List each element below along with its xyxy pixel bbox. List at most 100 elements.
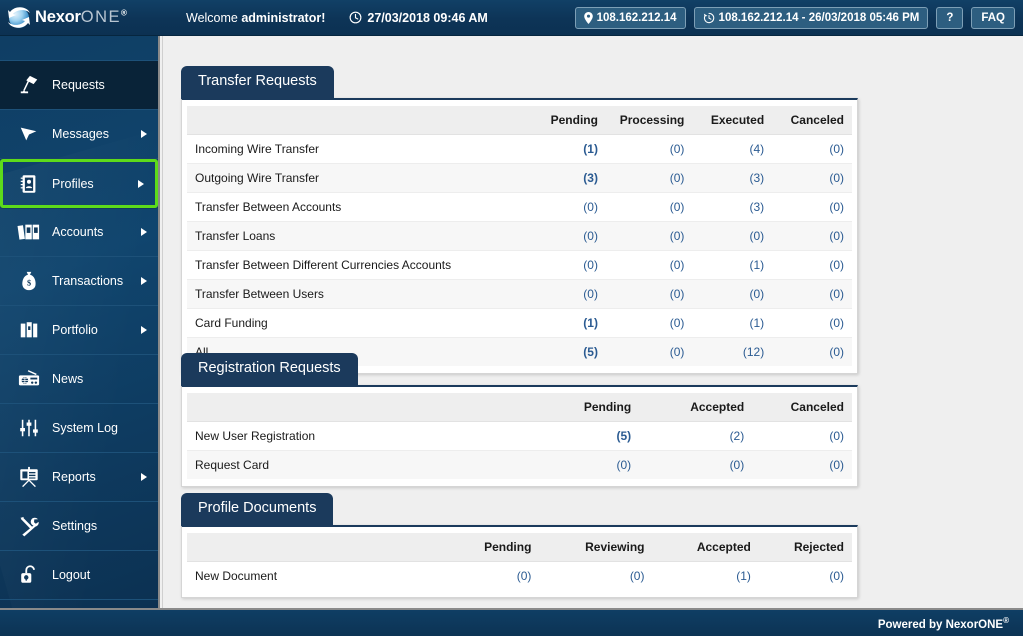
count-link[interactable]: (0) bbox=[583, 258, 598, 272]
brand-name-secondary: ONE bbox=[80, 8, 122, 27]
count-link[interactable]: (5) bbox=[617, 429, 632, 443]
panel-title-transfer-requests: Transfer Requests bbox=[181, 66, 334, 100]
sidebar-item-label: Profiles bbox=[52, 176, 94, 191]
current-ip-badge[interactable]: 108.162.212.14 bbox=[574, 6, 686, 30]
sidebar-item-settings[interactable]: Settings bbox=[0, 502, 158, 551]
brand-name-primary: Nexor bbox=[35, 8, 81, 27]
row-cell: (1) bbox=[692, 250, 773, 281]
count-link[interactable]: (0) bbox=[829, 142, 844, 156]
sidebar-item-news[interactable]: News bbox=[0, 355, 158, 404]
nexorone-orb-icon bbox=[6, 5, 32, 31]
help-button[interactable]: ? bbox=[936, 6, 964, 30]
row-label: New Document bbox=[195, 569, 278, 584]
row-cell: (1) bbox=[519, 308, 606, 339]
sidebar-item-requests[interactable]: Requests bbox=[0, 61, 158, 110]
count-link[interactable]: (0) bbox=[829, 458, 844, 472]
count-link[interactable]: (0) bbox=[829, 258, 844, 272]
count-link[interactable]: (3) bbox=[583, 171, 598, 185]
count-link[interactable]: (0) bbox=[583, 229, 598, 243]
brand-logo[interactable]: NexorONE® bbox=[0, 0, 165, 36]
count-link[interactable]: (0) bbox=[750, 287, 765, 301]
count-link[interactable]: (3) bbox=[750, 200, 765, 214]
row-label: Transfer Between Users bbox=[187, 279, 520, 310]
row-cell: (0) bbox=[772, 279, 852, 310]
count-link[interactable]: (1) bbox=[750, 316, 765, 330]
count-link[interactable]: (0) bbox=[670, 142, 685, 156]
count-link[interactable]: (1) bbox=[583, 316, 598, 330]
table-row: Request Card (0) (0) (0) bbox=[187, 450, 852, 480]
sidebar-item-portfolio[interactable]: Portfolio bbox=[0, 306, 158, 355]
welcome-prefix: Welcome bbox=[186, 10, 242, 25]
count-link[interactable]: (0) bbox=[829, 171, 844, 185]
count-link[interactable]: (0) bbox=[670, 258, 685, 272]
row-label: Transfer Loans bbox=[187, 221, 520, 252]
row-cell: (0) bbox=[692, 279, 773, 310]
count-link[interactable]: (0) bbox=[829, 316, 844, 330]
row-cell: (0) bbox=[605, 192, 693, 223]
count-link[interactable]: (1) bbox=[736, 569, 751, 583]
count-link[interactable]: (0) bbox=[583, 200, 598, 214]
table-row: Outgoing Wire Transfer (3) (0) (3) (0) bbox=[187, 163, 852, 194]
page-footer: Powered by NexorONE® bbox=[0, 608, 1023, 636]
count-link[interactable]: (0) bbox=[670, 200, 685, 214]
faq-label: FAQ bbox=[981, 11, 1005, 24]
count-link[interactable]: (0) bbox=[630, 569, 645, 583]
main-navigation-sidebar: Requests Messages Profiles Accounts $ Tr… bbox=[0, 36, 160, 608]
count-link[interactable]: (0) bbox=[670, 287, 685, 301]
chevron-right-icon bbox=[141, 277, 147, 285]
count-link[interactable]: (0) bbox=[730, 458, 745, 472]
count-link[interactable]: (0) bbox=[670, 171, 685, 185]
count-link[interactable]: (0) bbox=[829, 429, 844, 443]
count-link[interactable]: (3) bbox=[750, 171, 765, 185]
sidebar-item-system-log[interactable]: System Log bbox=[0, 404, 158, 453]
count-link[interactable]: (4) bbox=[750, 142, 765, 156]
row-label: Incoming Wire Transfer bbox=[187, 134, 520, 165]
count-link[interactable]: (1) bbox=[583, 142, 598, 156]
row-cell: (0) bbox=[772, 192, 852, 223]
row-cell: (0) bbox=[605, 221, 693, 252]
count-link[interactable]: (0) bbox=[750, 229, 765, 243]
sidebar-item-label: Requests bbox=[52, 78, 105, 92]
count-link[interactable]: (0) bbox=[829, 229, 844, 243]
chevron-right-icon bbox=[141, 326, 147, 334]
sidebar-item-profiles[interactable]: Profiles bbox=[0, 159, 158, 208]
last-login-badge[interactable]: 108.162.212.14 - 26/03/2018 05:46 PM bbox=[693, 6, 929, 30]
count-link[interactable]: (0) bbox=[583, 287, 598, 301]
row-cell: (0) bbox=[519, 221, 606, 252]
column-header: Executed bbox=[692, 106, 773, 136]
column-header: Pending bbox=[519, 106, 606, 136]
sidebar-item-transactions[interactable]: $ Transactions bbox=[0, 257, 158, 306]
row-cell: (0) bbox=[519, 250, 606, 281]
count-link[interactable]: (1) bbox=[750, 258, 765, 272]
profile-documents-table: Pending Reviewing Accepted Rejected New … bbox=[187, 533, 852, 590]
table-row: Transfer Between Different Currencies Ac… bbox=[187, 250, 852, 281]
sidebar-item-reports[interactable]: Reports bbox=[0, 453, 158, 502]
presentation-icon bbox=[12, 466, 46, 488]
count-link[interactable]: (0) bbox=[829, 200, 844, 214]
count-link[interactable]: (0) bbox=[670, 229, 685, 243]
faq-button[interactable]: FAQ bbox=[971, 6, 1015, 30]
count-link[interactable]: (0) bbox=[829, 287, 844, 301]
table-row: Transfer Loans (0) (0) (0) (0) bbox=[187, 221, 852, 252]
chevron-right-icon bbox=[141, 228, 147, 236]
count-link[interactable]: (0) bbox=[617, 458, 632, 472]
count-link[interactable]: (0) bbox=[829, 569, 844, 583]
count-link[interactable]: (2) bbox=[730, 429, 745, 443]
powered-by-text: Powered by NexorONE bbox=[877, 618, 1004, 631]
row-label: New User Registration bbox=[187, 421, 520, 452]
panel-title-profile-documents: Profile Documents bbox=[181, 493, 334, 527]
sidebar-item-logout[interactable]: Logout bbox=[0, 551, 158, 600]
count-link[interactable]: (0) bbox=[517, 569, 532, 583]
transfer-requests-table: Pending Processing Executed Canceled Inc… bbox=[187, 106, 852, 367]
desk-lamp-icon bbox=[12, 74, 46, 96]
sidebar-item-label: Settings bbox=[52, 519, 98, 533]
sidebar-item-accounts[interactable]: Accounts bbox=[0, 208, 158, 257]
money-bag-icon: $ bbox=[12, 270, 46, 292]
briefcase-icon bbox=[12, 319, 46, 341]
column-header: Pending bbox=[426, 533, 540, 563]
brand-registered-mark: ® bbox=[121, 8, 127, 18]
column-header bbox=[187, 533, 427, 563]
count-link[interactable]: (0) bbox=[670, 316, 685, 330]
sidebar-item-label: News bbox=[52, 372, 84, 386]
sidebar-item-messages[interactable]: Messages bbox=[0, 110, 158, 159]
